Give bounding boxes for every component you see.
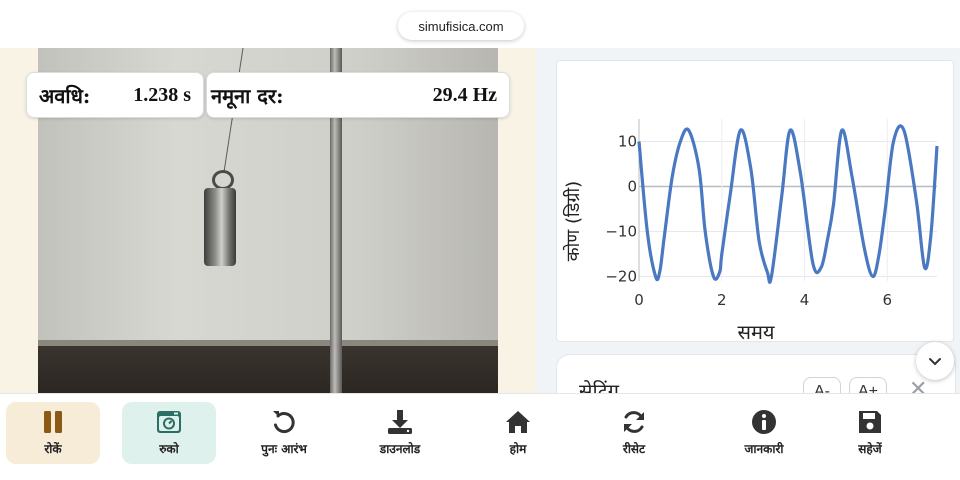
video-panel: अवधि: 1.238 s नमूना दर: 29.4 Hz bbox=[0, 48, 536, 394]
y-axis-label: कोण (डिग्री) bbox=[562, 181, 584, 261]
pendulum-hook bbox=[212, 170, 234, 190]
bottom-toolbar: रोकें रुको पुनः आरंभ डाउनलोड होम रीसेट ज… bbox=[0, 393, 960, 480]
period-label: अवधि: bbox=[39, 83, 91, 108]
sample-rate-readout: नमूना दर: 29.4 Hz bbox=[206, 72, 510, 118]
reset-label: रीसेट bbox=[622, 442, 646, 456]
period-value: 1.238 s bbox=[133, 83, 191, 106]
x-tick-label: 2 bbox=[717, 291, 727, 309]
pendulum-bob bbox=[204, 188, 236, 266]
y-tick-label: −10 bbox=[605, 223, 637, 241]
download-button[interactable]: डाउनलोड bbox=[352, 402, 448, 464]
info-label: जानकारी bbox=[744, 442, 784, 456]
home-label: होम bbox=[509, 442, 527, 456]
sample-rate-value: 29.4 Hz bbox=[432, 83, 497, 106]
url-pill[interactable]: simufisica.com bbox=[398, 12, 524, 40]
pause-icon bbox=[44, 411, 62, 433]
save-button[interactable]: सहेजें bbox=[822, 402, 918, 464]
download-label: डाउनलोड bbox=[379, 442, 421, 456]
download-icon bbox=[388, 410, 412, 434]
right-panel: 10 0 −10 −20 0 2 4 6 समय कोण (डिग्री) सेटिंग A-… bbox=[536, 48, 960, 414]
browser-url-bar: simufisica.com bbox=[0, 0, 960, 48]
period-readout: अवधि: 1.238 s bbox=[26, 72, 204, 118]
x-tick-label: 0 bbox=[634, 291, 644, 309]
camera-icon bbox=[157, 411, 181, 433]
sample-rate-label: नमूना दर: bbox=[211, 83, 284, 108]
info-button[interactable]: जानकारी bbox=[716, 402, 812, 464]
reset-icon bbox=[624, 411, 644, 433]
home-icon bbox=[506, 411, 530, 433]
angle-chart-card: 10 0 −10 −20 0 2 4 6 समय कोण (डिग्री) bbox=[556, 60, 954, 344]
restart-button[interactable]: पुनः आरंभ bbox=[236, 402, 332, 464]
x-tick-label: 4 bbox=[800, 291, 810, 309]
angle-series-line bbox=[637, 124, 939, 284]
reset-button[interactable]: रीसेट bbox=[586, 402, 682, 464]
restart-label: पुनः आरंभ bbox=[261, 442, 307, 456]
capture-label: रुको bbox=[159, 442, 179, 456]
save-icon bbox=[859, 411, 881, 433]
y-tick-label: −20 bbox=[605, 268, 637, 286]
x-tick-label: 6 bbox=[883, 291, 893, 309]
home-button[interactable]: होम bbox=[470, 402, 566, 464]
x-axis-label: समय bbox=[737, 320, 774, 343]
app: अवधि: 1.238 s नमूना दर: 29.4 Hz 10 0 −10 −2… bbox=[0, 48, 960, 480]
y-tick-label: 0 bbox=[627, 178, 637, 196]
scroll-down-button[interactable] bbox=[916, 342, 954, 380]
chevron-down-icon bbox=[929, 358, 941, 366]
capture-button[interactable]: रुको bbox=[122, 402, 216, 464]
pause-label: रोकें bbox=[44, 442, 62, 456]
pause-button[interactable]: रोकें bbox=[6, 402, 100, 464]
restart-icon bbox=[273, 411, 295, 434]
info-icon bbox=[752, 410, 776, 434]
angle-time-chart: 10 0 −10 −20 0 2 4 6 समय कोण (डिग्री) bbox=[562, 119, 939, 344]
y-tick-label: 10 bbox=[618, 133, 637, 151]
save-label: सहेजें bbox=[858, 442, 882, 456]
